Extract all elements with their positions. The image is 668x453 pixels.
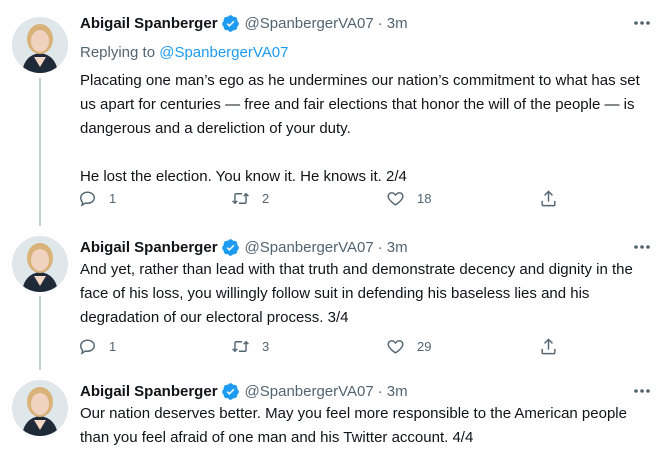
- reply-button[interactable]: 1: [78, 189, 116, 208]
- author-handle[interactable]: @SpanbergerVA07: [245, 383, 374, 400]
- author-name[interactable]: Abigail Spanberger: [80, 15, 218, 32]
- share-button[interactable]: [539, 337, 558, 356]
- tweet-actions: 1 2 18: [78, 189, 568, 211]
- reply-icon: [80, 191, 95, 207]
- verified-badge-icon: [221, 238, 240, 257]
- tweet-text: Placating one man’s ego as he undermines…: [80, 72, 640, 185]
- retweet-count: 3: [262, 339, 270, 354]
- avatar[interactable]: [12, 17, 68, 73]
- reply-icon: [80, 339, 95, 355]
- share-icon: [541, 338, 556, 355]
- tweet-text: And yet, rather than lead with that trut…: [80, 261, 638, 326]
- tweet-2[interactable]: Abigail Spanberger @SpanbergerVA07 · 3m …: [0, 236, 668, 370]
- like-button[interactable]: 29: [386, 337, 431, 356]
- like-button[interactable]: 18: [386, 189, 431, 208]
- heart-icon: [387, 340, 404, 354]
- more-dots-icon[interactable]: [632, 14, 652, 32]
- verified-badge-icon: [221, 382, 240, 401]
- thread-line: [39, 296, 41, 370]
- tweet-1[interactable]: Abigail Spanberger @SpanbergerVA07 · 3m …: [0, 12, 668, 226]
- tweet-text: Our nation deserves better. May you feel…: [80, 405, 632, 446]
- replying-to: Replying to @SpanbergerVA07: [80, 44, 288, 61]
- heart-icon: [387, 192, 404, 206]
- avatar[interactable]: [12, 380, 68, 436]
- timestamp[interactable]: 3m: [387, 239, 408, 256]
- like-count: 18: [417, 191, 432, 206]
- tweet-header: Abigail Spanberger @SpanbergerVA07 · 3m: [80, 380, 408, 402]
- reply-count: 1: [109, 191, 117, 206]
- tweet-header: Abigail Spanberger @SpanbergerVA07 · 3m: [80, 236, 408, 258]
- replying-to-mention[interactable]: @SpanbergerVA07: [159, 44, 288, 61]
- thread-line: [39, 78, 41, 226]
- like-count: 29: [417, 339, 432, 354]
- author-handle[interactable]: @SpanbergerVA07: [245, 15, 374, 32]
- reply-count: 1: [109, 339, 117, 354]
- avatar[interactable]: [12, 236, 68, 292]
- author-name[interactable]: Abigail Spanberger: [80, 383, 218, 400]
- retweet-count: 2: [262, 191, 270, 206]
- verified-badge-icon: [221, 14, 240, 33]
- author-name[interactable]: Abigail Spanberger: [80, 239, 218, 256]
- separator-dot: ·: [377, 238, 383, 256]
- retweet-icon: [232, 192, 249, 205]
- share-button[interactable]: [539, 189, 558, 208]
- more-dots-icon[interactable]: [632, 382, 652, 400]
- tweet-actions: 1 3 29: [78, 337, 568, 359]
- retweet-button[interactable]: 2: [231, 189, 269, 208]
- tweet-3[interactable]: Abigail Spanberger @SpanbergerVA07 · 3m …: [0, 380, 668, 453]
- retweet-button[interactable]: 3: [231, 337, 269, 356]
- more-dots-icon[interactable]: [632, 238, 652, 256]
- replying-to-label: Replying to: [80, 44, 160, 61]
- timestamp[interactable]: 3m: [387, 15, 408, 32]
- tweet-header: Abigail Spanberger @SpanbergerVA07 · 3m: [80, 12, 408, 34]
- author-handle[interactable]: @SpanbergerVA07: [245, 239, 374, 256]
- retweet-icon: [232, 340, 249, 353]
- timestamp[interactable]: 3m: [387, 383, 408, 400]
- share-icon: [541, 190, 556, 207]
- separator-dot: ·: [377, 14, 383, 32]
- separator-dot: ·: [377, 382, 383, 400]
- reply-button[interactable]: 1: [78, 337, 116, 356]
